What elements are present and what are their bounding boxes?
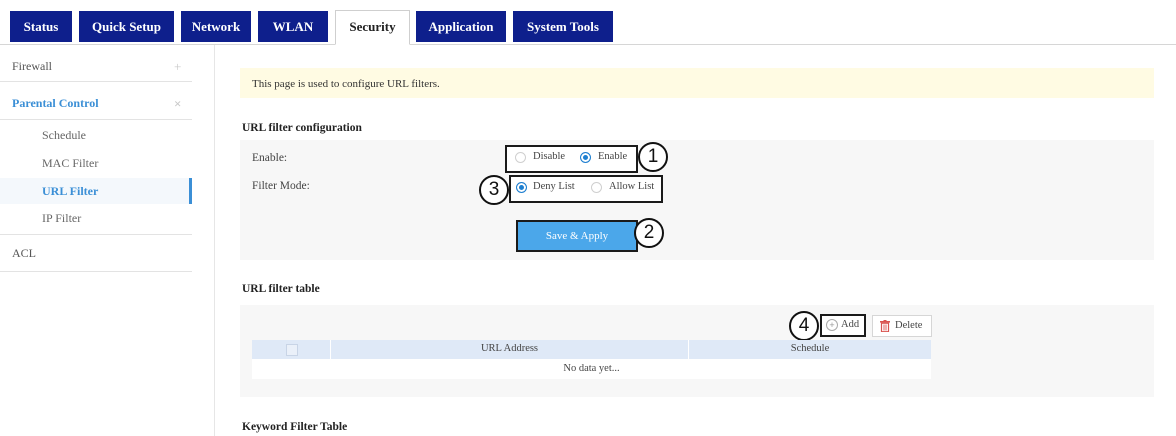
enable-option-label[interactable]: Enable — [598, 151, 627, 162]
delete-button[interactable]: Delete — [872, 315, 932, 337]
callout-marker-3: 3 — [479, 175, 509, 205]
tab-status[interactable]: Status — [10, 11, 72, 42]
config-panel — [240, 140, 1154, 260]
url-table-section-title: URL filter table — [242, 283, 320, 295]
sidebar-item-parental-control[interactable]: Parental Control × — [0, 96, 192, 116]
sidebar-item-label: URL Filter — [42, 184, 99, 198]
tab-quick-setup[interactable]: Quick Setup — [79, 11, 174, 42]
tab-application[interactable]: Application — [416, 11, 506, 42]
add-button[interactable]: + Add — [820, 314, 866, 337]
disable-option-label[interactable]: Disable — [533, 151, 565, 162]
keyword-table-section-title: Keyword Filter Table — [242, 421, 348, 433]
sidebar-item-label: IP Filter — [42, 211, 82, 225]
trash-icon — [880, 320, 890, 332]
disable-radio[interactable] — [515, 152, 526, 163]
deny-list-radio[interactable] — [516, 182, 527, 193]
top-nav-bar: Status Quick Setup Network WLAN Security… — [0, 0, 1176, 45]
callout-marker-1: 1 — [638, 142, 668, 172]
callout-marker-4: 4 — [789, 311, 819, 341]
add-circle-icon: + — [826, 319, 838, 331]
filter-mode-label: Filter Mode: — [252, 180, 310, 192]
info-notice: This page is used to configure URL filte… — [240, 68, 1154, 98]
callout-marker-2: 2 — [634, 218, 664, 248]
sidebar-item-label: Parental Control — [12, 96, 99, 110]
sidebar-item-schedule[interactable]: Schedule — [0, 122, 192, 148]
expand-plus-icon[interactable]: + — [174, 59, 181, 75]
sidebar-item-label: Schedule — [42, 128, 86, 142]
tab-security[interactable]: Security — [335, 10, 410, 45]
sidebar-item-url-filter[interactable]: URL Filter — [0, 178, 192, 204]
tab-wlan[interactable]: WLAN — [258, 11, 328, 42]
enable-label: Enable: — [252, 152, 288, 164]
collapse-icon[interactable]: × — [174, 96, 181, 112]
sidebar-item-label: ACL — [12, 246, 36, 260]
select-all-checkbox[interactable] — [286, 344, 298, 356]
sidebar-item-firewall[interactable]: Firewall + — [0, 59, 192, 79]
empty-state-text: No data yet... — [563, 363, 620, 374]
sidebar: Firewall + Parental Control × Schedule M… — [0, 45, 215, 436]
sidebar-item-label: Firewall — [12, 59, 52, 73]
filter-mode-radio-group: Deny List Allow List — [509, 175, 663, 203]
tab-system-tools[interactable]: System Tools — [513, 11, 613, 42]
add-button-label: Add — [841, 319, 860, 330]
tab-network[interactable]: Network — [181, 11, 251, 42]
divider — [0, 271, 192, 272]
config-section-title: URL filter configuration — [242, 122, 362, 134]
column-header-url: URL Address — [480, 343, 539, 354]
enable-radio[interactable] — [580, 152, 591, 163]
sidebar-item-label: MAC Filter — [42, 156, 99, 170]
divider — [0, 234, 192, 235]
divider — [0, 81, 192, 82]
divider — [0, 119, 192, 120]
table-empty-row: No data yet... — [252, 359, 931, 379]
sidebar-item-mac-filter[interactable]: MAC Filter — [0, 150, 192, 176]
enable-radio-group: Disable Enable — [505, 145, 638, 173]
save-apply-button[interactable]: Save & Apply — [516, 220, 638, 252]
notice-text: This page is used to configure URL filte… — [252, 78, 440, 90]
allow-list-radio[interactable] — [591, 182, 602, 193]
table-header: URL Address Schedule — [252, 340, 931, 359]
sidebar-item-acl[interactable]: ACL — [0, 246, 192, 266]
sidebar-item-ip-filter[interactable]: IP Filter — [0, 205, 192, 231]
allow-list-option-label[interactable]: Allow List — [609, 181, 654, 192]
delete-button-label: Delete — [895, 320, 923, 331]
column-header-schedule: Schedule — [790, 343, 830, 354]
deny-list-option-label[interactable]: Deny List — [533, 181, 575, 192]
